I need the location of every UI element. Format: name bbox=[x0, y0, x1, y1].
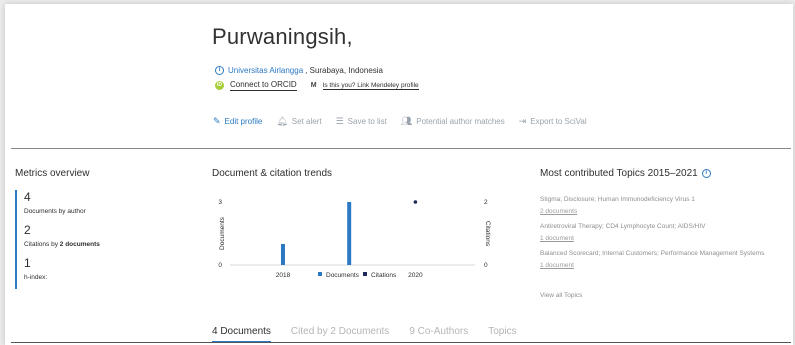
author-profile-page: Purwaningsih, i Universitas Airlangga , … bbox=[5, 4, 793, 345]
profile-tabs: 4 Documents Cited by 2 Documents 9 Co-Au… bbox=[212, 326, 517, 343]
documents-count: 4 bbox=[24, 190, 31, 204]
x-tick: 2018 bbox=[276, 272, 291, 279]
mendeley-icon: M bbox=[310, 82, 317, 89]
tab-documents[interactable]: 4 Documents bbox=[212, 326, 271, 343]
tab-topics[interactable]: Topics bbox=[488, 326, 516, 343]
y-tick-left: 3 bbox=[218, 199, 222, 206]
hindex-label: h-index: bbox=[24, 274, 48, 281]
export-to-scival-label: Export to SciVal bbox=[530, 117, 587, 126]
affiliation: i Universitas Airlangga , Surabaya, Indo… bbox=[215, 66, 383, 75]
people-icon: 👥︎ bbox=[400, 116, 413, 126]
orcid-icon: iD bbox=[215, 81, 224, 90]
hindex-value: 1 bbox=[24, 256, 31, 270]
documents-label: Documents by author bbox=[24, 208, 86, 215]
info-icon: i bbox=[215, 66, 224, 75]
topic-item: Balanced Scorecard; Internal Customers; … bbox=[540, 250, 790, 269]
bell-icon: 🔔︎ bbox=[276, 116, 288, 126]
y-tick-right: 2 bbox=[484, 199, 488, 206]
metrics-overview: 4 Documents by author 2 Citations by 2 d… bbox=[15, 190, 174, 289]
topics-info-icon[interactable]: i bbox=[701, 169, 711, 178]
citations-documents-link[interactable]: 2 documents bbox=[60, 241, 100, 248]
metric-documents: 4 Documents by author bbox=[24, 190, 174, 215]
link-mendeley-link[interactable]: Is this you? Link Mendeley profile bbox=[322, 82, 419, 90]
bar-documents bbox=[347, 202, 352, 265]
potential-author-matches-label: Potential author matches bbox=[416, 117, 505, 126]
edit-profile-button[interactable]: ✎ Edit profile bbox=[213, 116, 262, 127]
tabs-divider bbox=[11, 342, 791, 343]
export-icon: ⇥ bbox=[518, 116, 527, 126]
citations-label: Citations by 2 documents bbox=[24, 241, 174, 248]
orcid-row: iD Connect to ORCID M Is this you? Link … bbox=[215, 80, 419, 91]
metrics-title: Metrics overview bbox=[15, 168, 90, 179]
citations-count: 2 bbox=[24, 223, 31, 237]
x-tick: 2020 bbox=[408, 272, 423, 279]
bar-documents bbox=[280, 244, 285, 265]
metric-hindex: 1 h-index: bbox=[24, 256, 174, 281]
section-divider bbox=[11, 148, 791, 149]
y-tick-right: 0 bbox=[484, 262, 488, 269]
save-to-list-label: Save to list bbox=[347, 117, 387, 126]
y-axis-label-right: Citations bbox=[484, 221, 491, 247]
author-name: Purwaningsih, bbox=[212, 24, 353, 49]
pencil-icon: ✎ bbox=[213, 116, 221, 126]
legend-swatch-documents bbox=[318, 272, 322, 276]
affiliation-location: , Surabaya, Indonesia bbox=[305, 66, 383, 75]
document-citation-chart: 3 0 2 0 Documents Citations 2018 2020 Documents C… bbox=[210, 190, 500, 290]
tab-cited-by[interactable]: Cited by 2 Documents bbox=[291, 326, 389, 343]
chart-title: Document & citation trends bbox=[212, 168, 333, 179]
set-alert-label: Set alert bbox=[291, 117, 322, 126]
topic-documents-link[interactable]: 1 document bbox=[540, 262, 790, 269]
topic-name: Stigma; Disclosure; Human Immunodeficien… bbox=[540, 196, 695, 203]
topic-documents-link[interactable]: 1 document bbox=[540, 235, 790, 242]
profile-actions: ✎ Edit profile 🔔︎ Set alert ☰ Save to li… bbox=[213, 116, 587, 127]
legend-label-documents: Documents bbox=[326, 272, 360, 279]
topics-title: Most contributed Topics 2015–2021 bbox=[540, 168, 698, 179]
view-all-topics-link[interactable]: View all Topics bbox=[540, 292, 582, 299]
connect-orcid-link[interactable]: Connect to ORCID bbox=[230, 80, 297, 91]
y-tick-left: 0 bbox=[218, 262, 222, 269]
point-citations bbox=[413, 200, 418, 204]
y-axis-label-left: Documents bbox=[219, 216, 226, 250]
topics-header: Most contributed Topics 2015–2021 i bbox=[540, 168, 713, 179]
topic-name: Balanced Scorecard; Internal Customers; … bbox=[540, 250, 765, 257]
topic-item: Stigma; Disclosure; Human Immunodeficien… bbox=[540, 196, 790, 215]
set-alert-button[interactable]: 🔔︎ Set alert bbox=[276, 116, 321, 127]
topic-name: Antiretroviral Therapy; CD4 Lymphocyte C… bbox=[540, 223, 706, 230]
institution-link[interactable]: Universitas Airlangga bbox=[228, 66, 303, 75]
list-icon: ☰ bbox=[335, 116, 344, 126]
topic-item: Antiretroviral Therapy; CD4 Lymphocyte C… bbox=[540, 223, 790, 242]
edit-profile-label: Edit profile bbox=[224, 117, 263, 126]
citations-label-prefix: Citations by bbox=[24, 241, 60, 248]
metric-citations: 2 Citations by 2 documents bbox=[24, 223, 174, 248]
trend-chart-svg: 3 0 2 0 Documents Citations 2018 2020 Documents C… bbox=[218, 199, 491, 279]
topics-list: Stigma; Disclosure; Human Immunodeficien… bbox=[540, 196, 790, 277]
potential-author-matches-button[interactable]: 👥︎ Potential author matches bbox=[401, 116, 505, 127]
tab-co-authors[interactable]: 9 Co-Authors bbox=[409, 326, 468, 343]
legend-swatch-citations bbox=[363, 272, 367, 276]
save-to-list-button[interactable]: ☰ Save to list bbox=[336, 116, 387, 127]
topic-documents-link[interactable]: 2 documents bbox=[540, 208, 790, 215]
legend-label-citations: Citations bbox=[371, 272, 397, 279]
export-to-scival-button[interactable]: ⇥ Export to SciVal bbox=[519, 116, 587, 127]
